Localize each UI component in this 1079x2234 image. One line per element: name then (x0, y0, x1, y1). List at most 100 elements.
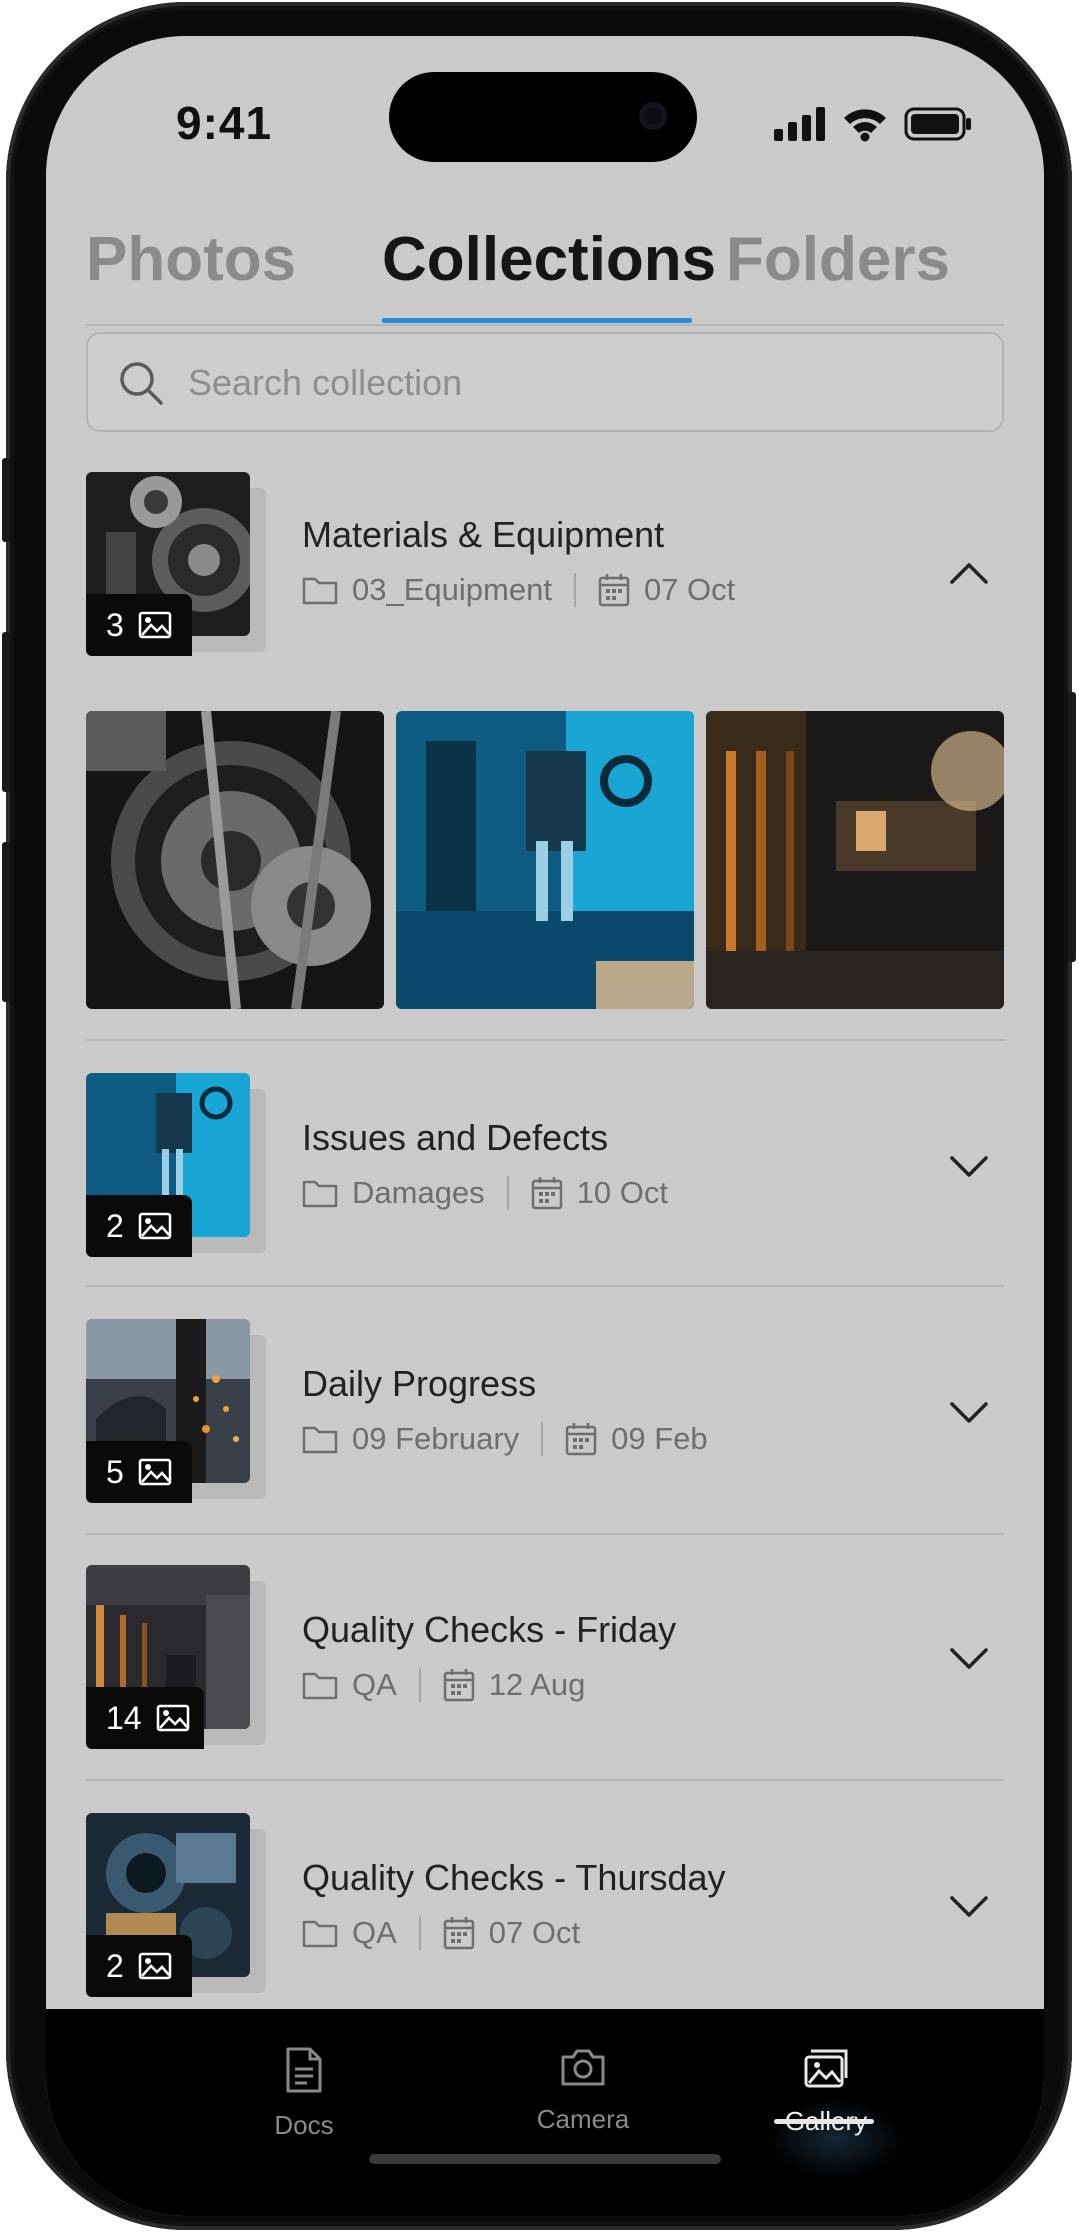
folder-icon (302, 1672, 338, 1700)
search-input[interactable] (186, 352, 970, 414)
nav-label: Camera (536, 2104, 630, 2134)
collection-folder: QA (352, 1667, 397, 1702)
tab-bar: Photos Collections Folders (86, 194, 1004, 326)
image-icon (138, 611, 172, 639)
meta-divider (573, 573, 576, 607)
collection-date: 07 Oct (643, 572, 736, 607)
collection-title: Issues and Defects (302, 1117, 609, 1158)
camera-icon (561, 2049, 605, 2086)
collection-thumbnail: 3 (86, 472, 270, 656)
image-icon (156, 1704, 189, 1732)
active-tab-indicator (382, 318, 692, 323)
collection-row[interactable]: 2 Quality Checks - Thursday QA 07 Oct (86, 1779, 1004, 2027)
tab-photos[interactable]: Photos (86, 224, 296, 295)
collection-title: Quality Checks - Thursday (302, 1857, 726, 1898)
tab-collections[interactable]: Collections (382, 224, 716, 295)
calendar-icon (598, 574, 630, 607)
meta-divider (506, 1176, 509, 1210)
nav-docs[interactable]: Docs (214, 2047, 394, 2141)
collection-meta: QA 12 Aug (302, 1667, 585, 1703)
wifi-icon (844, 109, 886, 142)
search-box (86, 332, 1004, 432)
photo-count-badge: 14 (86, 1687, 204, 1749)
gallery-photo[interactable] (396, 711, 694, 1009)
gallery-photo[interactable] (706, 711, 1004, 1009)
photo-count: 2 (106, 1947, 124, 1984)
calendar-icon (443, 1669, 475, 1702)
gears-photo-image (86, 711, 384, 1009)
foundry-photo-image (706, 711, 1004, 1009)
gallery-photo[interactable] (86, 711, 384, 1009)
search-icon (120, 362, 163, 405)
photo-count-badge: 3 (86, 594, 192, 656)
image-icon (138, 1952, 172, 1980)
front-camera (639, 102, 667, 130)
collection-meta: 09 February 09 Feb (302, 1421, 708, 1457)
status-icons (774, 106, 972, 142)
collection-date: 10 Oct (576, 1175, 669, 1210)
folder-icon (302, 1426, 338, 1454)
nav-label: Docs (274, 2110, 334, 2140)
photo-count-badge: 5 (86, 1441, 192, 1503)
robot-arm-photo-image (396, 711, 694, 1009)
collection-thumbnail: 5 (86, 1319, 270, 1503)
collection-row[interactable]: 5 Daily Progress 09 February 09 Feb (86, 1287, 1004, 1535)
battery-icon (904, 107, 971, 141)
meta-divider (541, 1422, 544, 1456)
folder-icon (302, 1180, 338, 1208)
phone-frame: 9:41 Photos Collections Folders Search c… (2, 2, 1076, 2230)
collection-folder: 09 February (352, 1421, 520, 1456)
collection-meta: 03_Equipment 07 Oct (302, 572, 735, 608)
photo-count: 14 (106, 1699, 142, 1736)
meta-divider (418, 1916, 421, 1950)
collection-meta: QA 07 Oct (302, 1915, 580, 1951)
tab-folders[interactable]: Folders (726, 224, 950, 295)
collection-date: 09 Feb (611, 1421, 708, 1456)
calendar-icon (443, 1917, 475, 1950)
chevron-down-icon[interactable] (942, 1631, 996, 1685)
collection-date: 07 Oct (488, 1915, 581, 1950)
chevron-down-icon[interactable] (942, 1139, 996, 1193)
power-button (1068, 692, 1076, 962)
photo-count-badge: 2 (86, 1935, 192, 1997)
photo-count: 3 (106, 606, 124, 643)
collection-date: 12 Aug (488, 1667, 586, 1702)
image-icon (138, 1458, 172, 1486)
active-nav-indicator (774, 2119, 874, 2124)
collection-meta: Damages 10 Oct (302, 1175, 668, 1211)
photo-count-badge: 2 (86, 1195, 192, 1257)
home-indicator[interactable] (369, 2154, 721, 2164)
dynamic-island (389, 72, 697, 162)
folder-icon (302, 577, 338, 605)
photo-count: 5 (106, 1453, 124, 1490)
collection-thumbnail: 2 (86, 1813, 270, 1997)
meta-divider (418, 1668, 421, 1702)
photo-count: 2 (106, 1207, 124, 1244)
collection-row[interactable]: 14 Quality Checks - Friday QA 12 Aug (86, 1533, 1004, 1781)
image-icon (138, 1212, 172, 1240)
folder-icon (302, 1920, 338, 1948)
collection-row[interactable]: 2 Issues and Defects Damages 10 Oct (86, 1039, 1004, 1287)
document-icon (286, 2047, 322, 2093)
calendar-icon (531, 1177, 562, 1210)
gallery-icon (804, 2049, 848, 2088)
collection-title: Daily Progress (302, 1363, 537, 1404)
collection-folder: 03_Equipment (352, 572, 552, 607)
collection-folder: QA (352, 1915, 397, 1950)
status-time: 9:41 (176, 97, 273, 149)
chevron-down-icon[interactable] (942, 1385, 996, 1439)
collection-thumbnail: 14 (86, 1565, 270, 1749)
chevron-down-icon[interactable] (942, 1879, 996, 1933)
collection-thumbnail: 2 (86, 1073, 270, 1257)
nav-camera[interactable]: Camera (493, 2047, 673, 2135)
cellular-signal-icon (774, 107, 825, 141)
collection-gallery (86, 711, 1004, 1009)
collection-folder: Damages (352, 1175, 485, 1210)
bottom-navigation: Docs Camera Gallery (46, 2009, 1044, 2216)
collection-title: Materials & Equipment (302, 514, 665, 555)
chevron-up-icon[interactable] (942, 546, 996, 600)
app-screen: 9:41 Photos Collections Folders Search c… (46, 36, 1044, 2216)
volume-up-button (2, 632, 10, 792)
volume-down-button (2, 842, 10, 1002)
action-button (2, 458, 10, 542)
